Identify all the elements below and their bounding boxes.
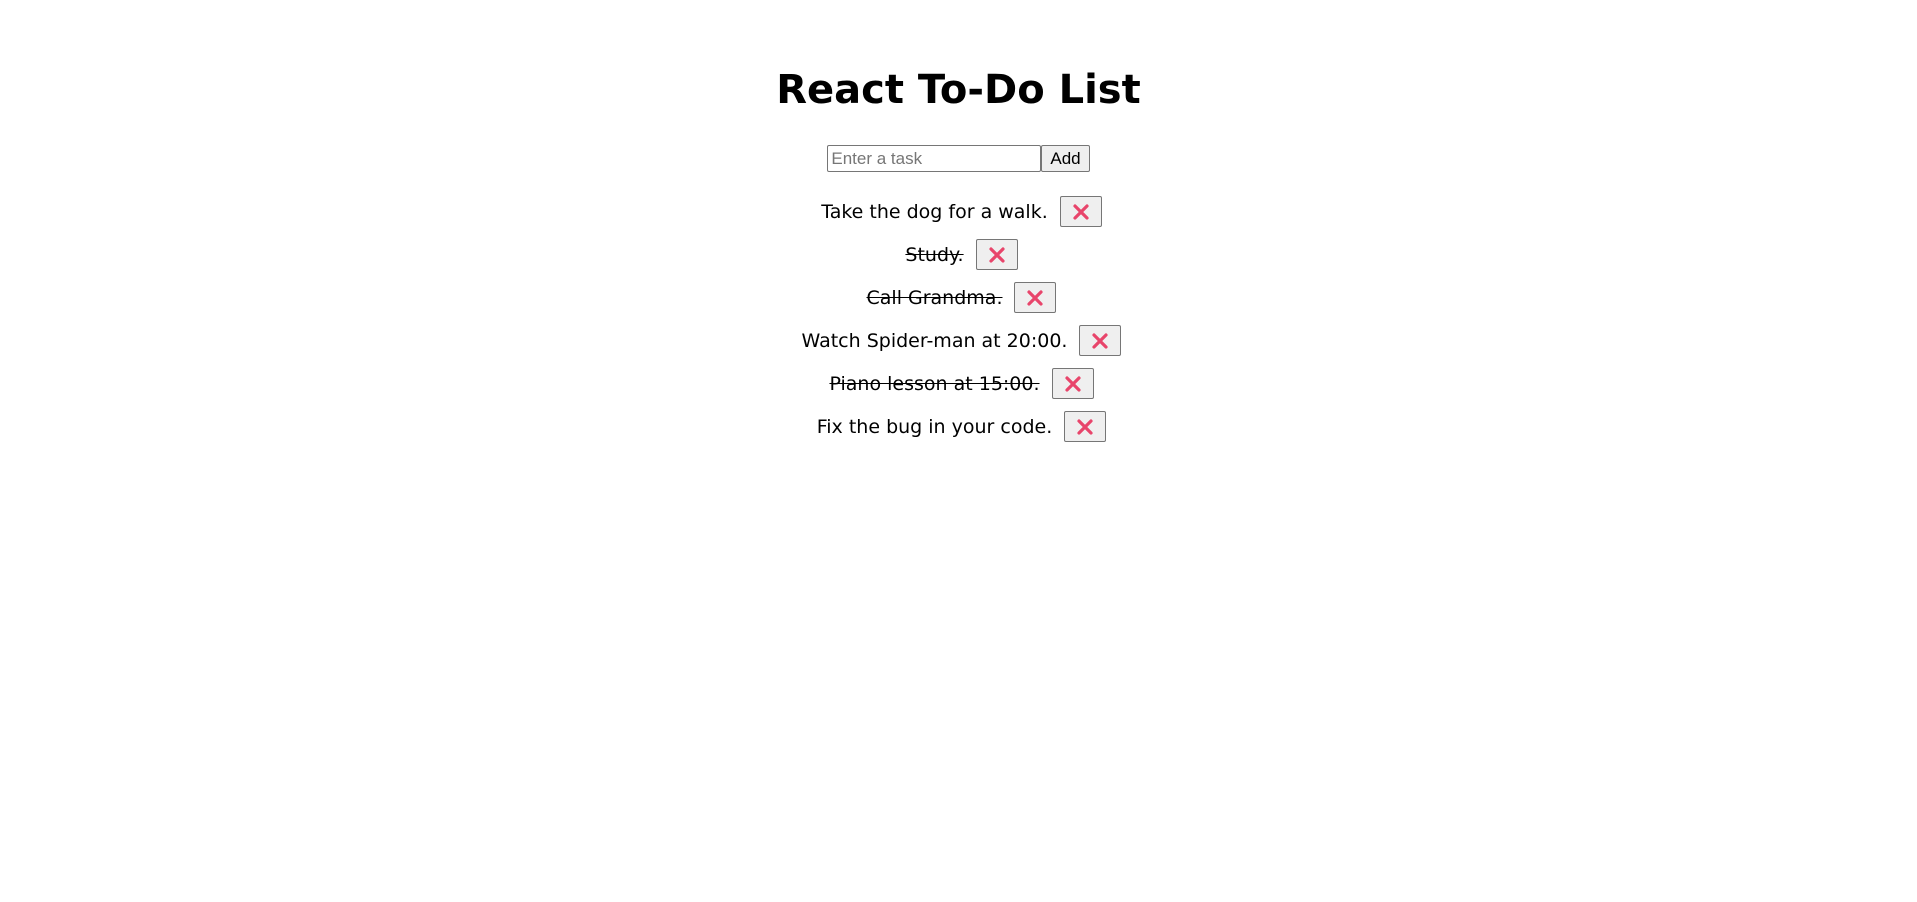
todo-text[interactable]: Fix the bug in your code. (817, 414, 1053, 440)
todo-text[interactable]: Study. (905, 242, 963, 268)
close-icon (1091, 332, 1109, 350)
delete-button[interactable] (1059, 196, 1102, 227)
close-icon (1026, 289, 1044, 307)
todo-item: Take the dog for a walk. (0, 190, 1917, 233)
add-button[interactable]: Add (1041, 145, 1090, 172)
page-title: React To-Do List (776, 67, 1141, 113)
close-icon (1064, 375, 1082, 393)
todo-text[interactable]: Call Grandma. (867, 285, 1003, 311)
add-task-form: Add (0, 145, 1917, 172)
todo-item: Watch Spider-man at 20:00. (0, 319, 1917, 362)
todo-item: Call Grandma. (0, 276, 1917, 319)
todo-text[interactable]: Piano lesson at 15:00. (829, 371, 1039, 397)
todo-text[interactable]: Watch Spider-man at 20:00. (802, 328, 1068, 354)
todo-item: Study. (0, 233, 1917, 276)
todo-text[interactable]: Take the dog for a walk. (821, 199, 1048, 225)
close-icon (988, 246, 1006, 264)
delete-button[interactable] (1014, 282, 1057, 313)
task-input[interactable] (827, 145, 1042, 172)
delete-button[interactable] (1051, 368, 1094, 399)
todo-item: Piano lesson at 15:00. (0, 362, 1917, 405)
todo-list: Take the dog for a walk. Study. Call Gra… (0, 190, 1917, 448)
delete-button[interactable] (1064, 411, 1107, 442)
todo-app: React To-Do List Add Take the dog for a … (0, 0, 1917, 902)
close-icon (1072, 203, 1090, 221)
close-icon (1076, 418, 1094, 436)
delete-button[interactable] (975, 239, 1018, 270)
delete-button[interactable] (1079, 325, 1122, 356)
todo-item: Fix the bug in your code. (0, 405, 1917, 448)
